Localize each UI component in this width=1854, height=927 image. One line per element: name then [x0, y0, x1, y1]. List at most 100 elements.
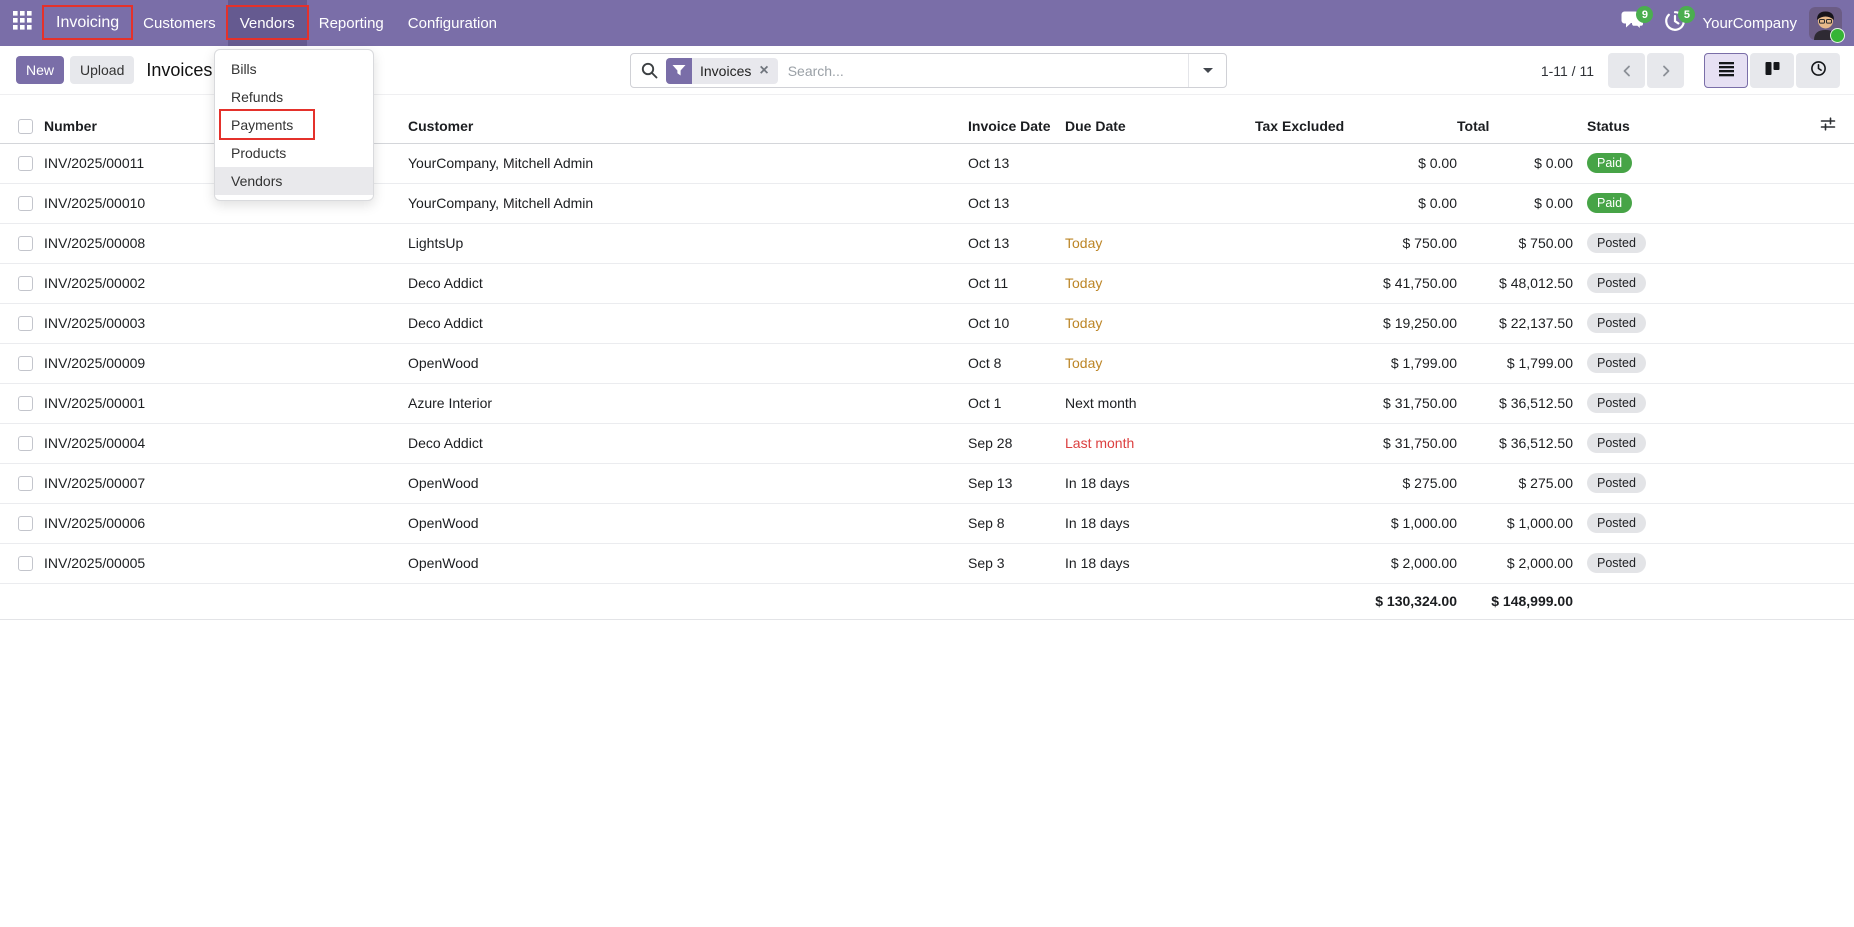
search-bar[interactable]: Invoices ×: [630, 53, 1227, 88]
navbar-item-vendors[interactable]: Vendors: [228, 0, 307, 46]
navbar-systray: 9 5 YourCompany: [1618, 0, 1854, 46]
column-header-due-date[interactable]: Due Date: [1065, 109, 1255, 143]
kanban-view-button[interactable]: [1750, 53, 1794, 88]
table-row[interactable]: INV/2025/00004Deco AddictSep 28Last mont…: [0, 423, 1854, 463]
footer-total-sum: $ 148,999.00: [1457, 583, 1573, 619]
cell-invoice-date: Oct 11: [968, 263, 1065, 303]
menu-item-payments[interactable]: Payments: [215, 111, 373, 139]
cell-customer: Deco Addict: [408, 303, 968, 343]
annotation-box-vendors: [226, 5, 309, 40]
presence-indicator: [1830, 28, 1845, 43]
navbar-item-configuration[interactable]: Configuration: [396, 0, 509, 46]
row-checkbox[interactable]: [18, 516, 33, 531]
messages-button[interactable]: 9: [1618, 8, 1648, 38]
status-badge: Posted: [1587, 353, 1646, 373]
facet-remove-icon[interactable]: ×: [759, 58, 777, 84]
cell-number: INV/2025/00002: [44, 263, 408, 303]
navbar-item-reporting[interactable]: Reporting: [307, 0, 396, 46]
column-header-total[interactable]: Total: [1457, 109, 1573, 143]
cell-due-date: In 18 days: [1065, 503, 1255, 543]
upload-button[interactable]: Upload: [70, 56, 134, 84]
table-row[interactable]: INV/2025/00009OpenWoodOct 8Today$ 1,799.…: [0, 343, 1854, 383]
cell-status: Posted: [1573, 223, 1820, 263]
table-row[interactable]: INV/2025/00006OpenWoodSep 8In 18 days$ 1…: [0, 503, 1854, 543]
row-checkbox[interactable]: [18, 156, 33, 171]
current-app-name[interactable]: Invoicing: [44, 0, 131, 46]
footer-tax-excluded-total: $ 130,324.00: [1255, 583, 1457, 619]
kanban-view-icon: [1764, 60, 1781, 82]
cell-customer: YourCompany, Mitchell Admin: [408, 143, 968, 183]
apps-grid-icon: [13, 11, 32, 35]
cell-total: $ 22,137.50: [1457, 303, 1573, 343]
cell-total: $ 2,000.00: [1457, 543, 1573, 583]
cell-invoice-date: Oct 8: [968, 343, 1065, 383]
cell-tax-excluded: $ 31,750.00: [1255, 423, 1457, 463]
row-checkbox[interactable]: [18, 316, 33, 331]
row-checkbox[interactable]: [18, 436, 33, 451]
cell-due-date: [1065, 183, 1255, 223]
row-checkbox[interactable]: [18, 396, 33, 411]
status-badge: Posted: [1587, 473, 1646, 493]
select-all-checkbox[interactable]: [18, 119, 33, 134]
cell-number: INV/2025/00004: [44, 423, 408, 463]
pager-previous-button[interactable]: [1608, 53, 1645, 88]
cell-customer: OpenWood: [408, 503, 968, 543]
row-checkbox[interactable]: [18, 236, 33, 251]
search-facet-invoices: Invoices ×: [666, 58, 778, 84]
current-app-label: Invoicing: [56, 14, 119, 32]
row-checkbox[interactable]: [18, 476, 33, 491]
activity-view-button[interactable]: [1796, 53, 1840, 88]
table-row[interactable]: INV/2025/00001Azure InteriorOct 1Next mo…: [0, 383, 1854, 423]
menu-item-refunds[interactable]: Refunds: [215, 83, 373, 111]
column-header-customer[interactable]: Customer: [408, 109, 968, 143]
filter-funnel-icon: [666, 58, 692, 84]
cell-tax-excluded: $ 41,750.00: [1255, 263, 1457, 303]
list-view-button[interactable]: [1704, 53, 1748, 88]
row-checkbox[interactable]: [18, 276, 33, 291]
table-row[interactable]: INV/2025/00008LightsUpOct 13Today$ 750.0…: [0, 223, 1854, 263]
cell-status: Paid: [1573, 183, 1820, 223]
activities-button[interactable]: 5: [1660, 8, 1690, 38]
facet-label: Invoices: [692, 58, 759, 84]
menu-item-vendors[interactable]: Vendors: [215, 167, 373, 195]
optional-columns-icon[interactable]: [1820, 119, 1836, 135]
cell-customer: OpenWood: [408, 543, 968, 583]
column-header-invoice-date[interactable]: Invoice Date: [968, 109, 1065, 143]
pager-next-button[interactable]: [1647, 53, 1684, 88]
row-checkbox[interactable]: [18, 356, 33, 371]
messages-badge: 9: [1636, 6, 1653, 23]
user-avatar[interactable]: [1809, 7, 1842, 40]
cell-total: $ 0.00: [1457, 183, 1573, 223]
row-checkbox[interactable]: [18, 196, 33, 211]
table-footer-row: $ 130,324.00 $ 148,999.00: [0, 583, 1854, 619]
cell-tax-excluded: $ 1,799.00: [1255, 343, 1457, 383]
cell-customer: YourCompany, Mitchell Admin: [408, 183, 968, 223]
column-header-status[interactable]: Status: [1573, 109, 1820, 143]
menu-item-bills[interactable]: Bills: [215, 55, 373, 83]
cell-customer: OpenWood: [408, 463, 968, 503]
apps-menu-button[interactable]: [0, 0, 44, 46]
search-options-toggle[interactable]: [1188, 54, 1226, 87]
table-row[interactable]: INV/2025/00003Deco AddictOct 10Today$ 19…: [0, 303, 1854, 343]
navbar-item-customers[interactable]: Customers: [131, 0, 228, 46]
cell-invoice-date: Sep 3: [968, 543, 1065, 583]
cell-status: Posted: [1573, 543, 1820, 583]
navbar: Invoicing CustomersVendorsReportingConfi…: [0, 0, 1854, 46]
cell-number: INV/2025/00003: [44, 303, 408, 343]
cell-number: INV/2025/00008: [44, 223, 408, 263]
new-button[interactable]: New: [16, 56, 64, 84]
table-row[interactable]: INV/2025/00002Deco AddictOct 11Today$ 41…: [0, 263, 1854, 303]
navbar-menu-items: CustomersVendorsReportingConfiguration: [131, 0, 509, 46]
table-row[interactable]: INV/2025/00005OpenWoodSep 3In 18 days$ 2…: [0, 543, 1854, 583]
row-checkbox[interactable]: [18, 556, 33, 571]
table-row[interactable]: INV/2025/00007OpenWoodSep 13In 18 days$ …: [0, 463, 1854, 503]
menu-item-products[interactable]: Products: [215, 139, 373, 167]
cell-due-date: Today: [1065, 343, 1255, 383]
list-view-icon: [1718, 60, 1735, 82]
search-input[interactable]: [778, 63, 1188, 79]
column-header-tax-excluded[interactable]: Tax Excluded: [1255, 109, 1457, 143]
company-switcher[interactable]: YourCompany: [1702, 15, 1797, 32]
table-body: INV/2025/00011YourCompany, Mitchell Admi…: [0, 143, 1854, 583]
cell-number: INV/2025/00009: [44, 343, 408, 383]
cell-total: $ 1,000.00: [1457, 503, 1573, 543]
